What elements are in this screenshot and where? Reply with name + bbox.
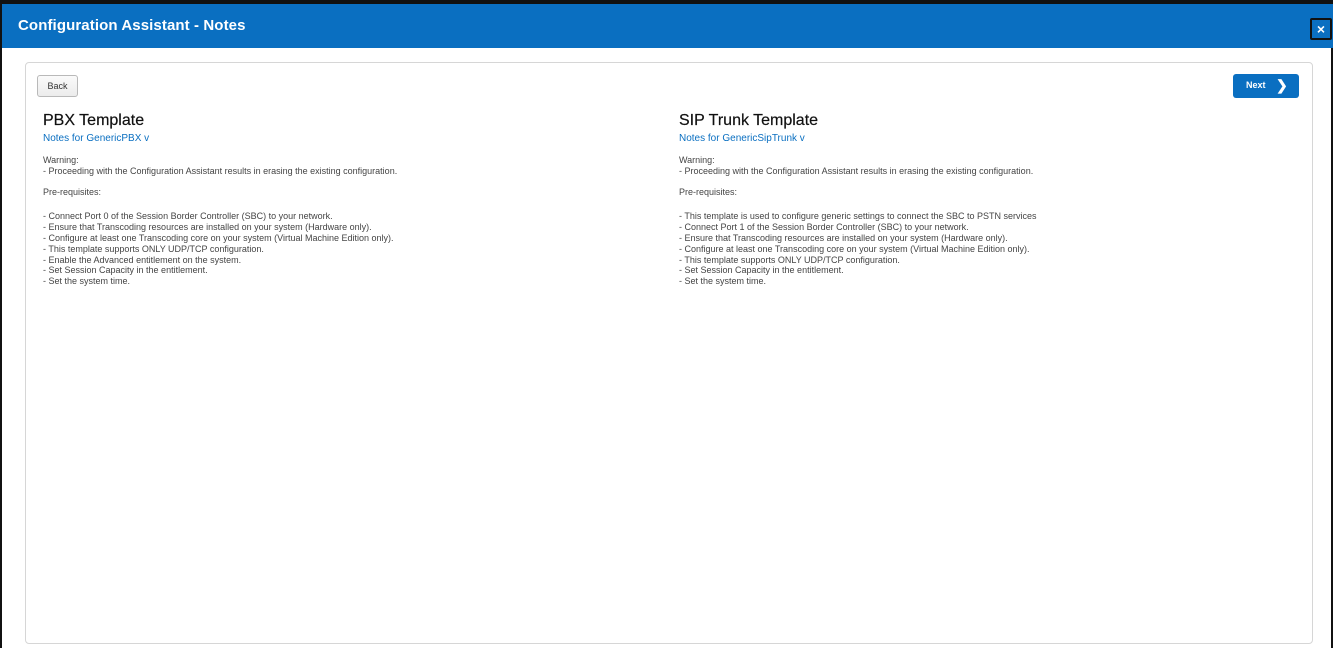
next-button[interactable]: Next ❯ [1233,74,1299,98]
next-button-label: Next [1246,80,1266,90]
sip-warning-line: - Proceeding with the Configuration Assi… [679,165,1034,176]
sip-trunk-template-heading: SIP Trunk Template [679,112,819,129]
close-button[interactable]: × [1310,18,1332,40]
sip-prereq-title: Pre-requisites: [679,186,738,197]
pbx-prereq-item: - This template supports ONLY UDP/TCP co… [43,243,264,254]
pbx-prereq-item: - Ensure that Transcoding resources are … [43,222,372,233]
sip-prereq-item: - This template is used to configure gen… [679,211,1037,222]
sip-prereq-item: - This template supports ONLY UDP/TCP co… [679,254,900,265]
sip-warning-title: Warning: [679,155,715,165]
sip-trunk-notes-link[interactable]: Notes for GenericSipTrunk v [679,132,1279,145]
pbx-warning-line: - Proceeding with the Configuration Assi… [43,165,398,176]
pbx-template-section: PBX Template Notes for GenericPBX v Warn… [43,111,643,287]
pbx-template-heading: PBX Template [43,112,145,129]
pbx-notes-link[interactable]: Notes for GenericPBX v [43,132,643,145]
sip-prereq-item: - Ensure that Transcoding resources are … [679,232,1008,243]
sip-prereq-item: - Set Session Capacity in the entitlemen… [679,265,844,276]
dialog-window: Configuration Assistant - Notes × Back N… [0,0,1333,648]
pbx-notes-body: Warning: - Proceeding with the Configura… [43,155,643,287]
sip-trunk-template-section: SIP Trunk Template Notes for GenericSipT… [679,111,1279,287]
notes-panel: Back Next ❯ PBX Template Notes for Gener… [25,62,1313,644]
pbx-warning-title: Warning: [43,155,79,165]
title-bar: Configuration Assistant - Notes × [2,0,1333,48]
back-button[interactable]: Back [37,75,78,97]
close-icon: × [1316,21,1326,37]
sip-prereq-item: - Connect Port 1 of the Session Border C… [679,222,969,233]
pbx-prereq-item: - Connect Port 0 of the Session Border C… [43,211,333,222]
window-title: Configuration Assistant - Notes [18,17,246,34]
pbx-prereq-item: - Enable the Advanced entitlement on the… [43,254,242,265]
sip-trunk-notes-body: Warning: - Proceeding with the Configura… [679,155,1279,287]
sip-prereq-item: - Set the system time. [679,276,767,287]
pbx-prereq-item: - Set the system time. [43,276,131,287]
sip-prereq-item: - Configure at least one Transcoding cor… [679,243,1030,254]
chevron-right-icon: ❯ [1276,77,1288,93]
pbx-prereq-item: - Configure at least one Transcoding cor… [43,232,394,243]
pbx-prereq-item: - Set Session Capacity in the entitlemen… [43,265,208,276]
pbx-prereq-title: Pre-requisites: [43,186,102,197]
